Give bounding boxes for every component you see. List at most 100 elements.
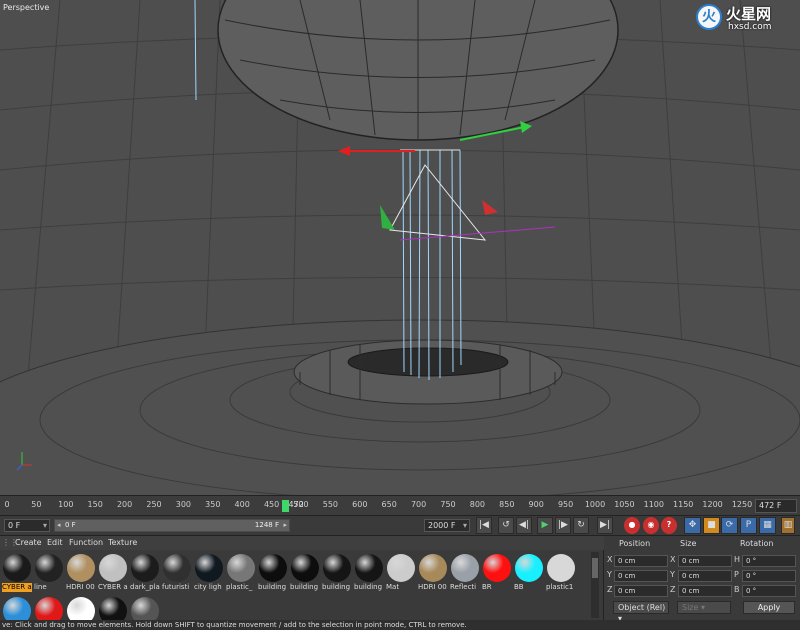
position-axis-label: Z [607,585,613,594]
menu-function[interactable]: Function [69,538,103,547]
frame-tick-label: 700 [410,500,427,509]
scene-render [0,0,800,495]
frame-tick-label: 900 [528,500,544,509]
play-button[interactable]: ▶ [537,517,553,534]
material-swatch[interactable]: city ligh [194,552,224,594]
frame-tick-label: 1000 [584,500,606,509]
material-label: BB [514,583,524,591]
material-swatch[interactable]: dark_pla [130,552,160,594]
material-label: CYBER a [2,583,32,592]
rotation-field[interactable]: 0 ° [742,585,796,597]
site-logo: 火 火星网 hxsd.com [696,2,796,36]
material-preview [35,554,63,582]
frame-tick-label: 0 [4,500,10,509]
material-swatch[interactable] [98,595,128,625]
step-back-button[interactable]: ◀| [516,517,532,534]
coordinate-mode-dropdown[interactable]: Object (Rel) ▾ [613,601,669,623]
position-field[interactable]: 0 cm [614,555,668,567]
perspective-viewport[interactable]: Perspective 火 火星网 hxsd.com [0,0,800,496]
size-field[interactable]: 0 cm [678,585,732,597]
frame-tick-label: 1200 [702,500,723,509]
rotate-tool-icon[interactable]: ⟳ [721,517,738,534]
material-swatch[interactable]: futuristi [162,552,192,594]
start-frame-field[interactable]: 0 F ▾ [4,519,50,532]
prev-key-button[interactable]: ↺ [498,517,514,534]
param-tool-icon[interactable]: P [740,517,757,534]
menu-create[interactable]: Create [15,538,42,547]
auto-key-icon[interactable]: ◉ [643,517,659,534]
position-field[interactable]: 0 cm [614,570,668,582]
frame-ruler[interactable]: 0 50 100 150 200 250 300 350 400 450 500 550 600 650 7… [4,498,753,514]
menu-texture[interactable]: Texture [108,538,137,547]
size-field[interactable]: 0 cm [678,555,732,567]
frame-tick-label: 1250 [731,500,753,509]
material-swatch[interactable] [2,595,32,625]
move-tool-icon[interactable]: ✥ [684,517,701,534]
material-swatch[interactable]: plastic_ [226,552,256,594]
material-menu: ⋮⋮ Create Edit Function Texture [0,536,604,550]
material-preview [131,554,159,582]
material-label: BR [482,583,492,591]
material-preview [451,554,479,582]
material-swatch[interactable]: HDRI 00 [66,552,96,594]
grid-tool-icon[interactable]: ▦ [759,517,776,534]
material-label: building [258,583,287,591]
rotation-axis-label: B [734,585,740,594]
material-swatch[interactable]: plastic1 [546,552,576,594]
next-key-button[interactable]: ↻ [573,517,589,534]
rotation-field[interactable]: 0 ° [742,555,796,567]
menu-edit[interactable]: Edit [47,538,63,547]
frame-tick-label: 750 [440,500,456,509]
material-label: building [290,583,319,591]
frame-tick-label: 1050 [614,500,635,509]
material-swatch[interactable]: CYBER a [2,552,32,594]
timeline[interactable]: 0 50 100 150 200 250 300 350 400 450 500 550 600 650 7… [0,496,800,516]
material-label: line [34,583,47,591]
material-swatch[interactable]: BR [482,552,512,594]
record-keys-icon[interactable]: ● [624,517,640,534]
film-tool-icon[interactable]: ▥ [781,517,795,534]
range-slider[interactable]: ◂ 0 F 1248 F ▸ [54,519,290,532]
position-header: Position [619,539,651,548]
size-mode-dropdown[interactable]: Size ▾ [677,601,731,614]
material-swatch[interactable]: line [34,552,64,594]
material-scrollbar[interactable] [591,552,599,618]
scale-tool-icon[interactable]: ■ [703,517,720,534]
material-swatch[interactable]: building [258,552,288,594]
material-preview [227,554,255,582]
playhead[interactable] [281,500,289,512]
rotation-axis-label: P [734,570,739,579]
material-swatch[interactable]: Reflecti [450,552,480,594]
material-label: dark_pla [130,583,160,591]
goto-end-button[interactable]: ▶| [597,517,613,534]
viewport-label: Perspective [3,3,50,12]
size-field[interactable]: 0 cm [678,570,732,582]
material-label: city ligh [194,583,222,591]
material-swatch[interactable]: Mat [386,552,416,594]
goto-start-button[interactable]: |◀ [476,517,492,534]
frame-tick-label: 450 [263,500,280,509]
current-frame-field[interactable]: 472 F [755,499,797,513]
material-swatch[interactable]: building [322,552,352,594]
material-preview [163,554,191,582]
material-swatch[interactable]: building [290,552,320,594]
material-swatch[interactable]: BB [514,552,544,594]
material-swatch[interactable] [130,595,160,625]
material-swatch[interactable] [66,595,96,625]
position-axis-label: Y [607,570,612,579]
logo-title: 火星网 [726,5,772,23]
frame-tick-label: 300 [175,500,192,509]
material-label: plastic1 [546,583,574,591]
key-help-icon[interactable]: ? [661,517,677,534]
material-swatch[interactable]: building [354,552,384,594]
position-field[interactable]: 0 cm [614,585,668,597]
rotation-field[interactable]: 0 ° [742,570,796,582]
material-swatch[interactable]: HDRI 00 [418,552,448,594]
position-axis-label: X [607,555,613,564]
frame-tick-label: 650 [381,500,397,509]
step-forward-button[interactable]: |▶ [555,517,571,534]
material-swatch[interactable] [34,595,64,625]
apply-button[interactable]: Apply [743,601,795,614]
end-frame-field[interactable]: 2000 F ▾ [424,519,470,532]
material-swatch[interactable]: CYBER a [98,552,128,594]
